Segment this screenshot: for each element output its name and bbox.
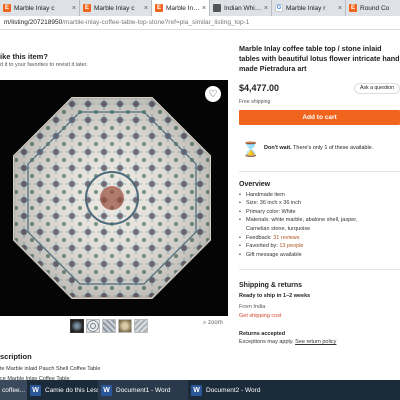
returns-text: Exceptions may apply. See return policy bbox=[239, 339, 400, 345]
thumbnail-image[interactable] bbox=[134, 319, 148, 333]
thumbnail-image[interactable] bbox=[118, 319, 132, 333]
overview-item-text: Gift message available bbox=[246, 251, 302, 258]
address-bar[interactable]: m/listing/207218950/marble-inlay-coffee-… bbox=[0, 16, 400, 30]
etsy-favicon-icon: E bbox=[349, 4, 357, 12]
tab-title: Marble Inlay c bbox=[94, 4, 135, 12]
tab-title: Marble Inlay c bbox=[14, 4, 55, 12]
url-path: /marble-inlay-coffee-table-top-stone?ref… bbox=[62, 19, 250, 26]
divider bbox=[239, 170, 400, 172]
word-icon: W bbox=[30, 384, 41, 396]
thumbnail-image[interactable] bbox=[86, 319, 100, 333]
return-policy-link[interactable]: See return policy bbox=[295, 339, 336, 345]
overview-item-text: Primary color: White bbox=[246, 208, 296, 215]
reviews-link[interactable]: 31 reviews bbox=[273, 235, 299, 241]
browser-tab[interactable]: E Marble Inlay c × bbox=[0, 0, 80, 16]
tab-title: Indian White n bbox=[224, 4, 262, 12]
browser-tab-active[interactable]: E Marble Inlay c × bbox=[152, 0, 210, 16]
scarcity-rest: There's only 1 of these available. bbox=[291, 144, 374, 151]
browser-tab[interactable]: E Marble Inlay c × bbox=[80, 0, 152, 16]
close-icon[interactable]: × bbox=[72, 5, 76, 12]
overview-item: • Handmade item bbox=[239, 191, 285, 198]
add-to-cart-button[interactable]: Add to cart bbox=[239, 109, 400, 125]
heart-icon: ♡ bbox=[208, 88, 218, 100]
favorite-heart-button[interactable]: ♡ bbox=[205, 86, 221, 102]
thumbnail-image[interactable] bbox=[102, 319, 116, 333]
taskbar-item-browser[interactable]: coffee... bbox=[0, 380, 27, 400]
taskbar-item-label: Document2 - Word bbox=[206, 386, 261, 394]
shipping-note: Free shipping bbox=[239, 98, 271, 105]
zoom-button[interactable]: ⌕ zoom bbox=[203, 320, 223, 327]
thumbnail-image[interactable] bbox=[70, 319, 84, 333]
octagon-table-top-image bbox=[13, 97, 211, 299]
overview-item-text: Handmade item bbox=[246, 191, 285, 198]
taskbar: coffee... W Camie do this Lesso... W Doc… bbox=[0, 380, 400, 400]
overview-item-text: Size: 36 inch x 36 inch bbox=[246, 200, 302, 207]
browser-tab-strip: E Marble Inlay c × E Marble Inlay c × E … bbox=[0, 0, 400, 16]
etsy-favicon-icon: E bbox=[155, 4, 163, 12]
url-host: m/listing/207218950 bbox=[4, 19, 63, 26]
description-heading: scription bbox=[0, 352, 32, 361]
overview-item: • Feedback: 31 reviews bbox=[239, 234, 300, 241]
favorited-link[interactable]: 13 people bbox=[279, 243, 303, 249]
price-row: $4,477.00 Ask a question bbox=[239, 82, 400, 99]
scarcity-notice: ⌛ Don't wait. There's only 1 of these av… bbox=[239, 139, 400, 161]
tab-title: Marble Inlay c bbox=[166, 4, 200, 12]
taskbar-item-word[interactable]: W Document1 - Word bbox=[98, 380, 188, 400]
overview-item: • Materials: white marble, abalone shell,… bbox=[239, 217, 358, 224]
etsy-favicon-icon: E bbox=[3, 4, 11, 12]
scarcity-text: Don't wait. There's only 1 of these avai… bbox=[264, 145, 373, 151]
google-favicon-icon: G bbox=[275, 4, 283, 12]
taskbar-item-label: coffee... bbox=[2, 386, 26, 394]
product-title: Marble Inlay coffee table top / stone in… bbox=[239, 44, 400, 74]
word-icon: W bbox=[101, 384, 112, 396]
overview-item: • Favorited by: 13 people bbox=[239, 243, 304, 250]
word-icon: W bbox=[191, 384, 202, 396]
etsy-favicon-icon: E bbox=[83, 4, 91, 12]
scarcity-bold: Don't wait. bbox=[264, 144, 292, 151]
ready-to-ship: Ready to ship in 1–2 weeks bbox=[239, 293, 311, 300]
tab-title: Marble Inlay r bbox=[286, 4, 326, 12]
shipping-heading: Shipping & returns bbox=[239, 282, 302, 290]
generic-favicon-icon bbox=[213, 4, 221, 12]
favorite-prompt-hint: d it to your favorites to revisit it lat… bbox=[0, 62, 88, 68]
browser-tab[interactable]: G Marble Inlay r × bbox=[272, 0, 346, 16]
hourglass-icon: ⌛ bbox=[242, 140, 260, 157]
returns-heading: Returns accepted bbox=[239, 331, 286, 338]
divider bbox=[239, 269, 400, 271]
product-image[interactable] bbox=[0, 80, 228, 316]
overview-item: • Size: 36 inch x 36 inch bbox=[239, 200, 302, 207]
favorite-prompt-title: ike this item? bbox=[0, 52, 48, 61]
tab-title: Round Co bbox=[360, 4, 390, 12]
taskbar-item-word[interactable]: W Camie do this Lesso... bbox=[27, 380, 109, 400]
overview-item-text: Feedback: bbox=[246, 234, 274, 241]
ask-question-button[interactable]: Ask a question bbox=[354, 82, 400, 94]
close-icon[interactable]: × bbox=[202, 5, 206, 12]
overview-item-text: Materials: white marble, abalone shell, … bbox=[246, 217, 358, 224]
overview-item: • Primary color: White bbox=[239, 208, 296, 215]
browser-tab[interactable]: E Round Co bbox=[346, 0, 400, 16]
zoom-label: zoom bbox=[208, 320, 223, 326]
overview-item-text: Favorited by: bbox=[246, 243, 280, 250]
returns-exceptions: Exceptions may apply. bbox=[239, 339, 294, 346]
description-line: te Marble inlaid Pauch Shell Coffee Tabl… bbox=[0, 366, 101, 372]
close-icon[interactable]: × bbox=[264, 5, 268, 12]
taskbar-item-label: Document1 - Word bbox=[116, 386, 171, 394]
product-price: $4,477.00 bbox=[239, 82, 280, 93]
thumbnail-strip bbox=[70, 319, 148, 333]
close-icon[interactable]: × bbox=[338, 5, 342, 12]
close-icon[interactable]: × bbox=[144, 5, 148, 12]
overview-item-continuation: Carnelian stone, turquoise bbox=[239, 225, 400, 234]
taskbar-item-word[interactable]: W Document2 - Word bbox=[188, 380, 278, 400]
get-shipping-cost-link[interactable]: Get shipping cost bbox=[239, 313, 400, 319]
overview-list: • Handmade item • Size: 36 inch x 36 inch … bbox=[239, 191, 400, 260]
ships-from-label: From India bbox=[239, 304, 266, 311]
overview-item-text: Carnelian stone, turquoise bbox=[246, 225, 311, 232]
overview-item: • Gift message available bbox=[239, 251, 302, 258]
overview-heading: Overview bbox=[239, 180, 271, 188]
listing-panel: Marble Inlay coffee table top / stone in… bbox=[239, 44, 400, 345]
browser-tab[interactable]: Indian White n × bbox=[210, 0, 272, 16]
